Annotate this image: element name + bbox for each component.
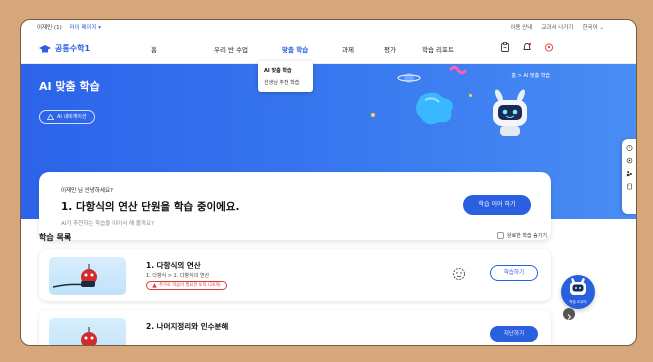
blob-decoration xyxy=(416,92,453,125)
robot-helper-icon xyxy=(570,278,586,295)
robot-thumbnail-image xyxy=(81,327,97,345)
ai-navigation-label: AI 내비게이션 xyxy=(57,114,87,120)
star-decoration xyxy=(469,94,472,97)
lesson-title: 2. 나머지정리와 인수분해 xyxy=(146,322,229,331)
ai-navigation-button[interactable]: AI 내비게이션 xyxy=(39,110,95,124)
learning-list-title: 학습 목록 xyxy=(39,233,72,242)
app-logo[interactable]: 공통수학1 xyxy=(39,43,90,54)
side-toolbar xyxy=(622,139,636,214)
robot-thumbnail-image xyxy=(52,264,97,288)
hide-completed-checkbox[interactable] xyxy=(497,232,504,239)
user-name: 이재민 (1) xyxy=(37,25,62,31)
app-name: 공통수학1 xyxy=(55,44,91,53)
progress-face-icon xyxy=(453,268,465,280)
language-select[interactable]: 한국어 ⌄ xyxy=(582,23,604,31)
extra-topic-badge: 추가로 학습이 필요한 토픽 (16개) xyxy=(146,281,227,290)
lesson-path: 1. 다항식 > 1. 다항식의 연산 xyxy=(146,273,210,279)
my-page-menu[interactable]: 마이 페이지 ▾ xyxy=(69,25,101,31)
menu-custom-learning[interactable]: 맞춤 학습 xyxy=(282,44,342,54)
navigation-icon xyxy=(47,114,54,120)
chevron-right-icon xyxy=(567,314,572,320)
breadcrumb: 홈 > AI 맞춤 학습 xyxy=(511,73,550,79)
list-item[interactable]: 2. 나머지정리와 인수분해 지난하기 xyxy=(39,310,551,345)
notebook-icon[interactable] xyxy=(626,183,633,190)
lesson-title: 1. 다항식의 연산 xyxy=(146,261,201,270)
continue-learning-button[interactable]: 학습 이어 하기 xyxy=(463,195,531,215)
recommendation-text: AI가 추천하는 학습을 이어서 해 볼까요? xyxy=(61,221,154,227)
list-item[interactable]: 1. 다항식의 연산 1. 다항식 > 1. 다항식의 연산 추가로 학습이 필… xyxy=(39,249,551,301)
current-unit-headline: 1. 다항식의 연산 단원을 학습 중이에요. xyxy=(61,201,240,213)
extra-topic-text: 추가로 학습이 필요한 토픽 (16개) xyxy=(159,283,221,288)
settings-icon[interactable] xyxy=(626,157,633,164)
greeting-text: 이재민 님 안녕하세요? xyxy=(61,188,113,194)
dropdown-item-teacher-recommended[interactable]: 선생님 추천 학습 xyxy=(264,77,307,89)
menu-home[interactable]: 홈 xyxy=(151,44,211,54)
ribbon-decoration xyxy=(449,65,467,75)
system-bar: 이재민 (1) 마이 페이지 ▾ 이용 안내 교과서 나가기 한국어 ⌄ xyxy=(21,20,636,34)
lesson-action-button[interactable]: 지난하기 xyxy=(490,326,538,342)
hero-banner: AI 맞춤 학습 AI 내비게이션 홈 > AI 맞춤 학습 이재민 님 안녕하… xyxy=(21,64,636,240)
menu-evaluation[interactable]: 평가 xyxy=(384,44,422,54)
dropdown-item-ai-learning[interactable]: AI 맞춤 학습 xyxy=(264,65,307,77)
star-decoration xyxy=(371,113,375,117)
guide-link[interactable]: 이용 안내 xyxy=(510,23,532,31)
timer-icon[interactable] xyxy=(626,144,633,151)
people-icon[interactable] xyxy=(626,170,633,177)
learning-helper-button[interactable]: 학습 도우미 xyxy=(561,275,595,309)
menu-report[interactable]: 학습 리포트 xyxy=(422,44,482,54)
main-menu: 홈 우리 반 수업 맞춤 학습 과제 평가 학습 리포트 xyxy=(151,44,482,54)
exit-textbook-link[interactable]: 교과서 나가기 xyxy=(541,23,573,31)
ai-robot-mascot xyxy=(493,89,527,136)
profile-icon[interactable] xyxy=(544,42,554,52)
menu-class[interactable]: 우리 반 수업 xyxy=(214,44,282,54)
hide-completed-toggle[interactable]: 완료한 학습 숨기기 xyxy=(497,232,547,239)
menu-assignment[interactable]: 과제 xyxy=(342,44,384,54)
lesson-thumbnail xyxy=(49,257,126,295)
hide-completed-label: 완료한 학습 숨기기 xyxy=(507,233,547,239)
lesson-thumbnail xyxy=(49,318,126,345)
alert-icon xyxy=(152,283,157,288)
app-window: 이재민 (1) 마이 페이지 ▾ 이용 안내 교과서 나가기 한국어 ⌄ 공통수… xyxy=(20,19,637,346)
clipboard-icon[interactable] xyxy=(500,42,510,52)
graduation-cap-icon xyxy=(39,44,51,52)
custom-learning-dropdown: AI 맞춤 학습 선생님 추천 학습 xyxy=(258,61,313,92)
top-navigation: 공통수학1 홈 우리 반 수업 맞춤 학습 과제 평가 학습 리포트 xyxy=(21,34,636,64)
scroll-next-button[interactable] xyxy=(563,308,575,320)
page-title: AI 맞춤 학습 xyxy=(39,80,100,93)
planet-decoration xyxy=(397,73,421,83)
start-learning-button[interactable]: 학습하기 xyxy=(490,265,538,281)
learning-helper-label: 학습 도우미 xyxy=(569,300,587,304)
bell-icon[interactable] xyxy=(522,42,532,52)
current-learning-card: 이재민 님 안녕하세요? 1. 다항식의 연산 단원을 학습 중이에요. AI가… xyxy=(39,172,551,240)
